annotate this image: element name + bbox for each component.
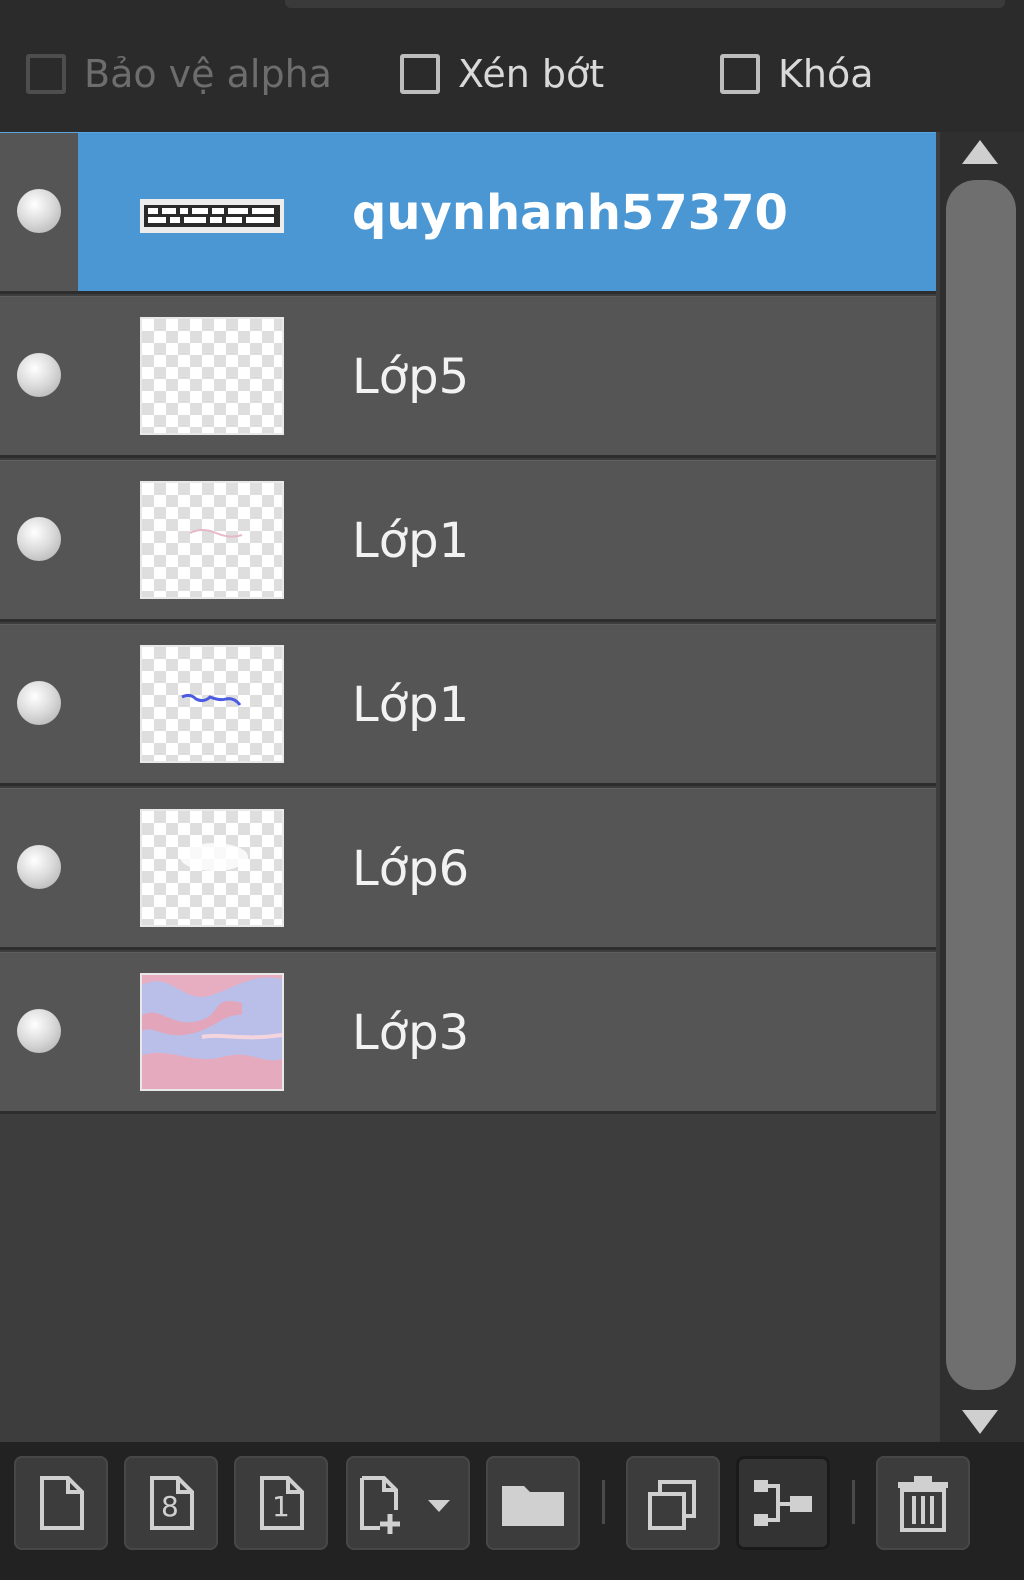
merge-layer-icon [754, 1480, 812, 1526]
layer-row[interactable]: Lớp6 [0, 788, 936, 950]
visibility-dot-icon[interactable] [17, 353, 61, 397]
layer-thumbnail [140, 153, 284, 271]
layer-list: quynhanh57370 Lớp5 Lớp1 Lớp1 Lớp6 Lớp3 [0, 132, 940, 1442]
new-1bit-layer-button[interactable]: 1 [234, 1456, 328, 1550]
visibility-toggle[interactable] [0, 953, 78, 1111]
protect-alpha-option[interactable]: Bảo vệ alpha [26, 52, 332, 96]
new-layer-icon [40, 1476, 84, 1530]
duplicate-layer-icon [648, 1480, 696, 1530]
layer-name: Lớp5 [352, 349, 470, 405]
clip-option[interactable]: Xén bớt [400, 52, 604, 96]
add-layer-dropdown-button[interactable] [346, 1456, 470, 1550]
protect-alpha-checkbox[interactable] [26, 54, 66, 94]
visibility-toggle[interactable] [0, 297, 78, 455]
layer-name: Lớp1 [352, 677, 470, 733]
top-scroll-edge [285, 0, 1005, 8]
layer-thumbnail [140, 481, 284, 599]
new-8bit-layer-glyph: 8 [161, 1490, 179, 1523]
visibility-dot-icon[interactable] [17, 845, 61, 889]
layer-toolbar: 8 1 [0, 1442, 1024, 1580]
delete-layer-button[interactable] [876, 1456, 970, 1550]
duplicate-layer-button[interactable] [626, 1456, 720, 1550]
visibility-toggle[interactable] [0, 461, 78, 619]
layer-row[interactable]: Lớp1 [0, 460, 936, 622]
visibility-toggle[interactable] [0, 789, 78, 947]
visibility-dot-icon[interactable] [17, 1009, 61, 1053]
visibility-toggle[interactable] [0, 625, 78, 783]
trash-icon [898, 1476, 948, 1532]
visibility-toggle[interactable] [0, 133, 78, 291]
new-folder-button[interactable] [486, 1456, 580, 1550]
lock-checkbox[interactable] [720, 54, 760, 94]
clip-label: Xén bớt [458, 52, 605, 96]
lock-option[interactable]: Khóa [720, 52, 874, 96]
layer-row[interactable]: Lớp5 [0, 296, 936, 458]
layer-row[interactable]: quynhanh57370 [0, 132, 936, 294]
layer-thumbnail [140, 809, 284, 927]
top-strip [0, 0, 1024, 12]
clip-checkbox[interactable] [400, 54, 440, 94]
lock-label: Khóa [778, 52, 874, 96]
layer-options-bar: Bảo vệ alpha Xén bớt Khóa [0, 12, 1024, 130]
toolbar-separator [852, 1480, 855, 1524]
layer-name: Lớp1 [352, 513, 470, 569]
add-layer-dropdown-icon [360, 1476, 450, 1534]
new-layer-button[interactable] [14, 1456, 108, 1550]
layer-name: quynhanh57370 [352, 185, 788, 241]
scroll-down-arrow-icon[interactable] [962, 1410, 998, 1434]
folder-icon [502, 1486, 564, 1526]
toolbar-separator [602, 1480, 605, 1524]
scrollbar-thumb[interactable] [946, 180, 1016, 1390]
new-8bit-layer-button[interactable]: 8 [124, 1456, 218, 1550]
visibility-dot-icon[interactable] [17, 189, 61, 233]
visibility-dot-icon[interactable] [17, 517, 61, 561]
layer-thumbnail [140, 973, 284, 1091]
protect-alpha-label: Bảo vệ alpha [84, 52, 332, 96]
new-1bit-layer-glyph: 1 [272, 1490, 290, 1523]
visibility-dot-icon[interactable] [17, 681, 61, 725]
layer-list-scrollbar[interactable] [940, 132, 1024, 1442]
layer-row[interactable]: Lớp3 [0, 952, 936, 1114]
layer-name: Lớp6 [352, 841, 470, 897]
layer-thumbnail [140, 317, 284, 435]
layer-thumbnail [140, 645, 284, 763]
merge-layer-button[interactable] [736, 1456, 830, 1550]
layer-row[interactable]: Lớp1 [0, 624, 936, 786]
scroll-up-arrow-icon[interactable] [962, 140, 998, 164]
layer-name: Lớp3 [352, 1005, 470, 1061]
